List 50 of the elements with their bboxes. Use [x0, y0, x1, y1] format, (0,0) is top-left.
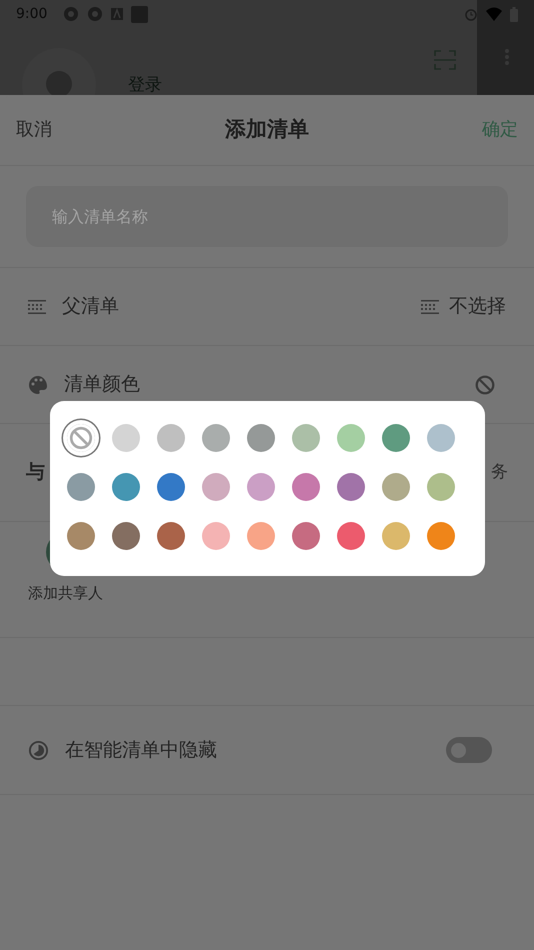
share-section-title: 与 [26, 460, 45, 486]
color-swatch[interactable] [247, 522, 275, 550]
color-swatch[interactable] [382, 473, 410, 501]
alarm-icon [464, 7, 478, 21]
wifi-icon [486, 7, 502, 21]
hide-in-smart-lists-label: 在智能清单中隐藏 [65, 738, 217, 763]
color-swatch[interactable] [337, 522, 365, 550]
no-color-icon [68, 425, 94, 451]
color-swatch[interactable] [157, 522, 185, 550]
list-icon [421, 298, 439, 316]
parent-list-selector[interactable]: 不选择 [421, 292, 506, 321]
notification-icon [131, 6, 148, 22]
color-swatch[interactable] [382, 522, 410, 550]
confirm-button[interactable]: 确定 [482, 116, 518, 143]
color-swatch[interactable] [112, 424, 140, 452]
no-color-icon [474, 374, 496, 396]
keyboard-icon [111, 8, 124, 20]
color-swatch[interactable] [292, 473, 320, 501]
app-icon [87, 6, 104, 22]
sheet-title: 添加清单 [225, 116, 309, 143]
color-swatch[interactable] [337, 424, 365, 452]
color-swatch[interactable] [157, 473, 185, 501]
color-swatch[interactable] [202, 473, 230, 501]
pie-icon [28, 740, 49, 760]
share-section-note: 务 [491, 460, 508, 484]
color-swatch[interactable] [427, 424, 455, 452]
color-swatch[interactable] [247, 424, 275, 452]
scan-icon[interactable] [434, 50, 456, 70]
color-swatch[interactable] [67, 522, 95, 550]
color-swatch[interactable] [427, 522, 455, 550]
list-icon [28, 298, 46, 316]
list-color-label: 清单颜色 [64, 372, 140, 398]
cancel-button[interactable]: 取消 [16, 116, 52, 143]
color-swatch[interactable] [427, 473, 455, 501]
color-swatch[interactable] [202, 522, 230, 550]
palette-icon [28, 374, 48, 394]
color-swatch[interactable] [292, 424, 320, 452]
color-swatch[interactable] [292, 522, 320, 550]
color-swatch[interactable] [202, 424, 230, 452]
color-swatch[interactable] [382, 424, 410, 452]
color-swatch[interactable] [157, 424, 185, 452]
hide-toggle[interactable] [446, 737, 492, 763]
app-icon [63, 6, 80, 22]
color-swatch[interactable] [112, 522, 140, 550]
color-swatch[interactable] [337, 473, 365, 501]
add-sharer-label: 添加共享人 [28, 583, 103, 604]
color-swatch[interactable] [112, 473, 140, 501]
color-swatch[interactable] [67, 473, 95, 501]
parent-list-label: 父清单 [62, 294, 119, 320]
color-swatch[interactable] [247, 473, 275, 501]
